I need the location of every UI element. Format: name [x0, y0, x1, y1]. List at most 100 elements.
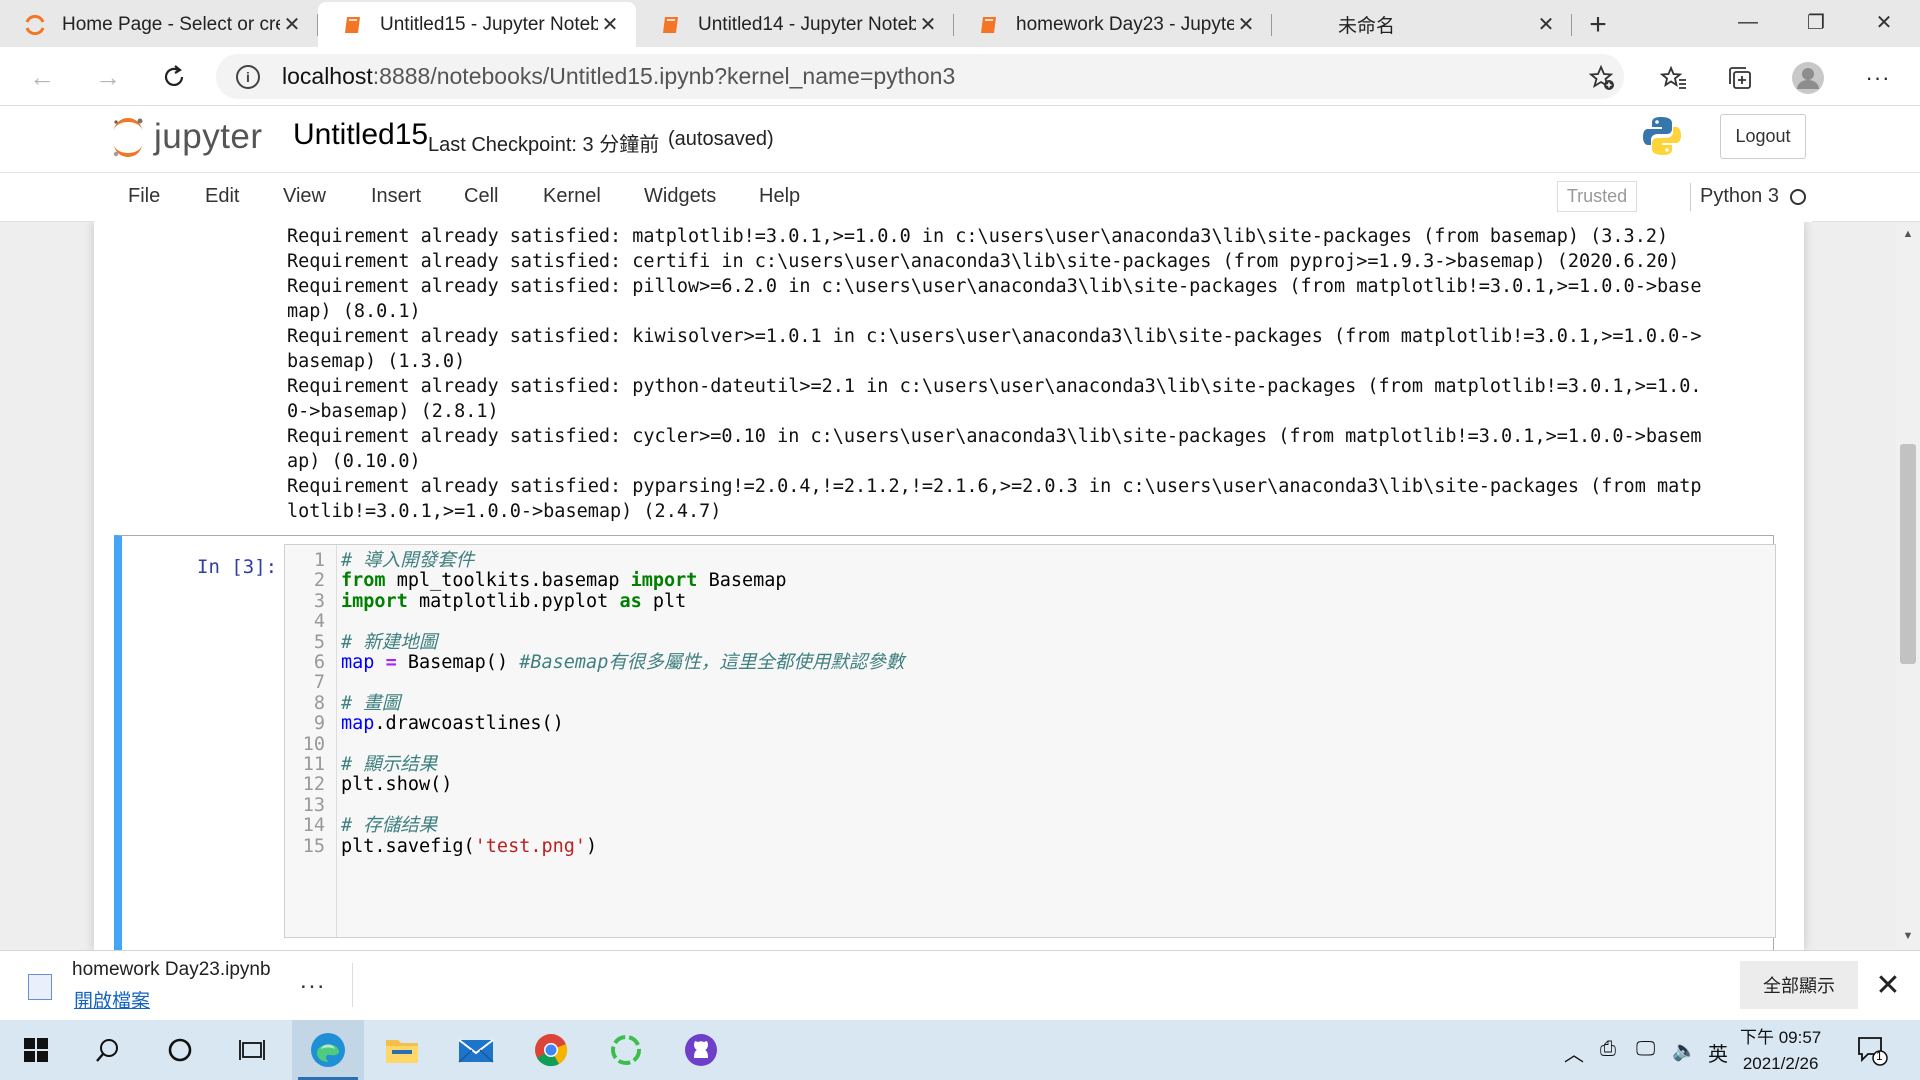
output-line: map) (8.0.1)	[287, 301, 421, 322]
refresh-button[interactable]	[154, 57, 194, 97]
menu-cell[interactable]: Cell	[464, 185, 498, 208]
cortana-button[interactable]	[144, 1020, 216, 1080]
profile-avatar[interactable]	[1790, 60, 1826, 96]
code-token: #Basemap有很多屬性，這里全都使用默認參數	[519, 652, 905, 673]
tab-untitled-blank[interactable]: 未命名 ✕	[1272, 2, 1572, 47]
close-icon[interactable]: ✕	[916, 13, 940, 37]
output-line: Requirement already satisfied: cycler>=0…	[287, 426, 1702, 447]
system-clock[interactable]: 下午 09:57 2021/2/26	[1740, 1025, 1821, 1077]
code-token: map	[341, 713, 375, 735]
jupyter-logo[interactable]: jupyter	[110, 116, 263, 158]
menu-edit[interactable]: Edit	[205, 185, 239, 208]
code-text: import matplotlib.pyplot as plt	[341, 590, 686, 612]
scroll-up-icon[interactable]: ▲	[1900, 226, 1916, 242]
collections-icon[interactable]	[1722, 60, 1758, 96]
code-token: )	[586, 835, 598, 857]
tab-untitled14[interactable]: Untitled14 - Jupyter Noteb ✕	[636, 2, 954, 47]
autosave-status: (autosaved)	[668, 128, 774, 150]
output-line: Requirement already satisfied: pyparsing…	[287, 476, 1702, 497]
close-icon[interactable]: ✕	[1534, 13, 1558, 37]
code-token: # 導入開發套件	[341, 550, 475, 571]
notebook-name[interactable]: Untitled15	[293, 118, 428, 152]
tab-untitled15[interactable]: Untitled15 - Jupyter Noteb ✕	[318, 2, 636, 47]
ime-indicator[interactable]: 英	[1708, 1038, 1728, 1067]
tab-title: homework Day23 - Jupyter	[1016, 13, 1234, 35]
code-editor[interactable]: 1 # 導入開發套件 2 from mpl_toolkits.basemap impo…	[284, 544, 1776, 938]
start-button[interactable]	[0, 1020, 72, 1080]
menu-file[interactable]: File	[128, 185, 160, 208]
scrollbar-thumb[interactable]	[1900, 444, 1916, 664]
search-icon	[96, 1039, 118, 1062]
taskbar-app-green[interactable]	[590, 1020, 662, 1080]
code-text: # 存儲结果	[341, 815, 437, 836]
close-icon[interactable]: ✕	[598, 13, 622, 37]
taskbar-chrome[interactable]	[515, 1020, 587, 1080]
forward-button[interactable]: →	[88, 57, 128, 97]
taskbar-mail[interactable]	[440, 1020, 512, 1080]
address-bar-row: ← → i localhost:8888/notebooks/Untitled1…	[0, 47, 1920, 106]
code-token: 'test.png'	[474, 835, 587, 857]
back-button[interactable]: ←	[22, 57, 62, 97]
info-icon[interactable]: i	[236, 64, 260, 89]
minimize-button[interactable]: —	[1714, 0, 1782, 44]
menu-help[interactable]: Help	[759, 185, 800, 208]
jupyter-logo-icon	[113, 118, 143, 157]
code-token: import	[341, 590, 408, 612]
restore-button[interactable]: ❐	[1782, 0, 1850, 44]
notebook-icon	[976, 14, 1002, 36]
code-token: import	[630, 570, 698, 592]
download-more-button[interactable]: ...	[300, 967, 326, 995]
notebook-icon	[658, 14, 684, 36]
network-icon[interactable]: 🖵	[1636, 1038, 1655, 1061]
url-field[interactable]: i localhost:8888/notebooks/Untitled15.ip…	[216, 54, 1624, 99]
tab-title: Home Page - Select or creat	[62, 13, 280, 35]
open-file-link[interactable]: 開啟檔案	[74, 986, 150, 1013]
volume-icon[interactable]: 🔈	[1672, 1038, 1697, 1063]
refresh-ring-icon	[611, 1035, 641, 1065]
scroll-down-icon[interactable]: ▼	[1900, 928, 1916, 944]
taskbar-edge[interactable]	[292, 1020, 364, 1080]
trusted-indicator[interactable]: Trusted	[1557, 181, 1637, 212]
code-token: # 新建地圖	[341, 631, 438, 653]
page-scrollbar[interactable]: ▲ ▼	[1896, 222, 1920, 950]
line-number: 6	[313, 652, 325, 673]
close-icon[interactable]: ✕	[280, 13, 304, 37]
taskbar-github-desktop[interactable]	[665, 1020, 737, 1080]
chrome-icon	[535, 1034, 568, 1067]
code-token: =	[385, 652, 397, 673]
download-filename[interactable]: homework Day23.ipynb	[72, 959, 271, 981]
close-window-button[interactable]: ✕	[1850, 0, 1918, 44]
menu-kernel[interactable]: Kernel	[543, 185, 601, 208]
chevron-up-icon[interactable]: ︿	[1564, 1038, 1584, 1067]
tab-homework-day23[interactable]: homework Day23 - Jupyter ✕	[954, 2, 1272, 47]
code-token: plt.show()	[341, 774, 453, 796]
tab-home-page[interactable]: Home Page - Select or creat ✕	[0, 2, 318, 47]
code-token: plt.savefig(	[341, 835, 475, 857]
new-tab-button[interactable]: +	[1572, 2, 1624, 47]
close-icon[interactable]: ✕	[1868, 965, 1908, 1005]
device-icon[interactable]: ⎙	[1600, 1038, 1616, 1061]
code-token: map	[341, 652, 375, 673]
clock-time: 下午 09:57	[1740, 1028, 1822, 1047]
logout-button[interactable]: Logout	[1720, 114, 1806, 159]
code-cell[interactable]: In [3]: 1 # 導入開發套件 2 from mpl_toolkits.base…	[114, 535, 1776, 950]
output-line: ap) (0.10.0)	[287, 451, 421, 472]
code-token: Basemap()	[396, 652, 520, 673]
notifications-button[interactable]: 1	[1856, 1034, 1888, 1072]
more-options-icon[interactable]: ···	[1860, 60, 1896, 96]
notification-icon	[1858, 1037, 1888, 1066]
menu-widgets[interactable]: Widgets	[644, 185, 716, 208]
taskbar-file-explorer[interactable]	[366, 1020, 438, 1080]
search-button[interactable]	[72, 1020, 144, 1080]
task-view-button[interactable]	[216, 1020, 288, 1080]
code-token: matplotlib.pyplot	[407, 590, 620, 612]
close-icon[interactable]: ✕	[1234, 13, 1258, 37]
favorites-icon[interactable]	[1656, 60, 1692, 96]
show-all-button[interactable]: 全部顯示	[1740, 961, 1858, 1009]
menu-view[interactable]: View	[283, 185, 326, 208]
add-favorite-icon[interactable]	[1584, 60, 1620, 96]
refresh-icon	[164, 65, 184, 86]
browser-tab-bar: Home Page - Select or creat ✕ Untitled15…	[0, 0, 1920, 47]
output-line: Requirement already satisfied: certifi i…	[287, 251, 1680, 272]
menu-insert[interactable]: Insert	[371, 185, 421, 208]
